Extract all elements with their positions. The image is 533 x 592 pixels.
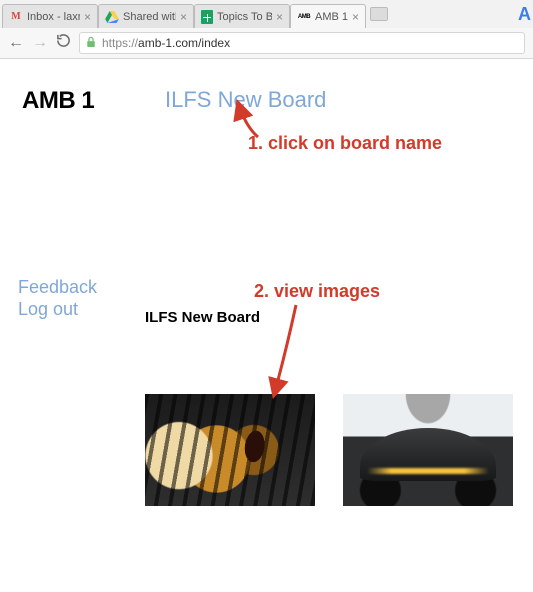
browser-chrome: M Inbox - laxman@ilo × Shared with me - …	[0, 0, 533, 59]
back-button[interactable]: ←	[8, 34, 24, 52]
sheets-icon	[201, 10, 213, 24]
toolbar: ← → https://amb-1.com/index	[0, 28, 533, 58]
tab-gmail[interactable]: M Inbox - laxman@ilo ×	[2, 4, 98, 28]
logout-link[interactable]: Log out	[18, 299, 78, 320]
drive-icon	[105, 10, 119, 24]
site-logo: AMB 1	[22, 87, 94, 115]
annotation-arrow-2	[264, 301, 310, 401]
feedback-link[interactable]: Feedback	[18, 277, 97, 298]
tab-label: AMB 1	[315, 11, 348, 23]
gmail-icon: M	[9, 10, 23, 24]
tab-strip: M Inbox - laxman@ilo × Shared with me - …	[0, 0, 533, 28]
tab-label: Shared with me - G	[123, 11, 176, 23]
new-tab-button[interactable]	[370, 7, 388, 21]
annotation-step-2: 2. view images	[254, 281, 380, 302]
close-icon[interactable]: ×	[84, 11, 91, 23]
amb-icon: AMB	[297, 10, 311, 24]
close-icon[interactable]: ×	[180, 11, 187, 23]
forward-button[interactable]: →	[32, 34, 48, 52]
gallery-image[interactable]	[145, 394, 315, 506]
close-icon[interactable]: ×	[276, 11, 283, 23]
tab-drive[interactable]: Shared with me - G ×	[98, 4, 194, 28]
url-text: https://amb-1.com/index	[102, 36, 230, 50]
board-title: ILFS New Board	[145, 309, 260, 326]
image-gallery	[145, 394, 513, 506]
close-icon[interactable]: ×	[352, 11, 359, 23]
board-name-link[interactable]: ILFS New Board	[165, 87, 326, 113]
address-bar[interactable]: https://amb-1.com/index	[79, 32, 525, 54]
annotation-step-1: 1. click on board name	[248, 133, 442, 154]
gallery-image[interactable]	[343, 394, 513, 506]
chrome-app-icon: A	[518, 4, 531, 25]
tab-amb[interactable]: AMB AMB 1 ×	[290, 4, 366, 28]
tab-label: Inbox - laxman@ilo	[27, 11, 80, 23]
lock-icon	[86, 36, 96, 51]
tab-label: Topics To Be Worke	[217, 11, 272, 23]
page: AMB 1 ILFS New Board Feedback Log out IL…	[0, 59, 533, 592]
reload-button[interactable]	[56, 33, 71, 53]
tab-sheets[interactable]: Topics To Be Worke ×	[194, 4, 290, 28]
